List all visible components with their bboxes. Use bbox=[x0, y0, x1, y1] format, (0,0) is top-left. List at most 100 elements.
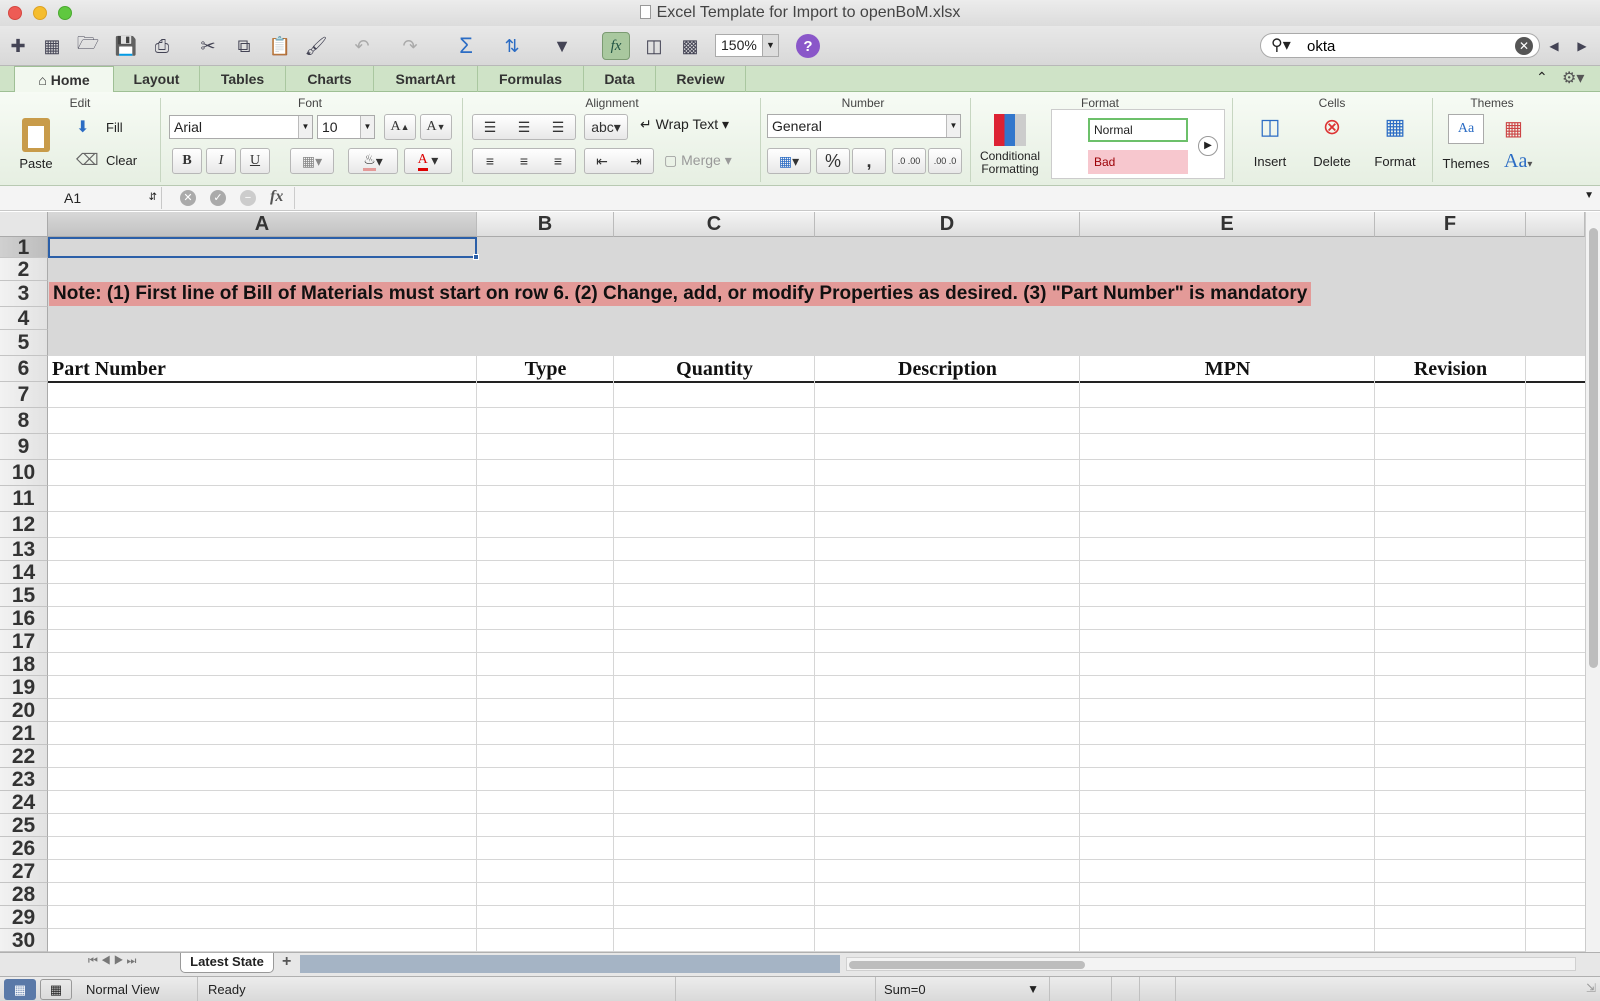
underline-button[interactable]: U bbox=[240, 148, 270, 174]
search-input[interactable] bbox=[1307, 37, 1507, 55]
row-header-18[interactable]: 18 bbox=[0, 653, 48, 676]
fill-handle[interactable] bbox=[473, 254, 479, 260]
row-header-15[interactable]: 15 bbox=[0, 584, 48, 607]
row-header-9[interactable]: 9 bbox=[0, 434, 48, 460]
increase-decimal-button[interactable]: .0 .00 bbox=[892, 148, 926, 174]
theme-colors-icon[interactable]: ▦ bbox=[1504, 116, 1523, 141]
bold-button[interactable]: B bbox=[172, 148, 202, 174]
row-header-11[interactable]: 11 bbox=[0, 486, 48, 512]
row-header-14[interactable]: 14 bbox=[0, 561, 48, 584]
tab-data[interactable]: Data bbox=[584, 66, 656, 92]
indent-buttons[interactable]: ⇤ ⇥ bbox=[584, 148, 654, 174]
grow-font-button[interactable]: A ▲ bbox=[384, 114, 416, 140]
conditional-formatting-button[interactable]: Conditional Formatting bbox=[974, 114, 1046, 182]
paste-button[interactable]: Paste bbox=[10, 118, 62, 180]
gear-icon[interactable]: ⚙▾ bbox=[1562, 68, 1584, 88]
autosum-icon[interactable]: Σ bbox=[452, 32, 480, 60]
themes-button[interactable]: Aa Themes bbox=[1436, 114, 1496, 178]
column-header-f[interactable]: F bbox=[1375, 212, 1526, 237]
sheet-tab-latest-state[interactable]: Latest State bbox=[180, 953, 274, 973]
row-header-23[interactable]: 23 bbox=[0, 768, 48, 791]
clear-search-icon[interactable]: ✕ bbox=[1515, 37, 1533, 55]
row-header-21[interactable]: 21 bbox=[0, 722, 48, 745]
row-header-2[interactable]: 2 bbox=[0, 258, 48, 281]
column-header-e[interactable]: E bbox=[1080, 212, 1375, 237]
column-header-d[interactable]: D bbox=[815, 212, 1080, 237]
row-header-16[interactable]: 16 bbox=[0, 607, 48, 630]
selected-cell-a1[interactable] bbox=[48, 237, 477, 258]
search-next-icon[interactable]: ▶ bbox=[1568, 32, 1596, 60]
search-previous-icon[interactable]: ◀ bbox=[1540, 32, 1568, 60]
confirm-entry-icon[interactable]: ✓ bbox=[210, 190, 226, 206]
toolbox-icon[interactable]: ▩ bbox=[676, 32, 704, 60]
percent-button[interactable]: % bbox=[816, 148, 850, 174]
wrap-text-button[interactable]: ↵ Wrap Text ▾ bbox=[640, 116, 750, 140]
open-folder-icon[interactable]: 🗁 bbox=[74, 32, 102, 60]
normal-view-button[interactable]: ▦ bbox=[4, 979, 36, 1000]
row-header-20[interactable]: 20 bbox=[0, 699, 48, 722]
header-cell-mpn[interactable]: MPN bbox=[1080, 356, 1375, 382]
number-format-select[interactable]: General ▼ bbox=[767, 114, 961, 138]
row-header-24[interactable]: 24 bbox=[0, 791, 48, 814]
sheet-navigation-icon[interactable]: ⏮◀▶⏭ bbox=[88, 955, 139, 968]
row-header-7[interactable]: 7 bbox=[0, 382, 48, 408]
zoom-window-button[interactable] bbox=[58, 6, 72, 20]
filter-icon[interactable]: ▼ bbox=[548, 32, 576, 60]
expand-formula-icon[interactable]: ▼ bbox=[1584, 190, 1594, 201]
header-cell-type[interactable]: Type bbox=[477, 356, 614, 382]
close-window-button[interactable] bbox=[8, 6, 22, 20]
row-header-13[interactable]: 13 bbox=[0, 538, 48, 561]
tab-smartart[interactable]: SmartArt bbox=[374, 66, 478, 92]
row-header-25[interactable]: 25 bbox=[0, 814, 48, 837]
row-header-22[interactable]: 22 bbox=[0, 745, 48, 768]
templates-icon[interactable]: ▦ bbox=[38, 32, 66, 60]
function-icon[interactable]: − bbox=[240, 190, 256, 206]
save-icon[interactable]: 💾 bbox=[112, 32, 140, 60]
cut-icon[interactable]: ✂ bbox=[194, 32, 222, 60]
row-header-1[interactable]: 1 bbox=[0, 237, 48, 258]
row-header-26[interactable]: 26 bbox=[0, 837, 48, 860]
header-cell-part-number[interactable]: Part Number bbox=[48, 356, 477, 382]
new-document-icon[interactable]: ✚ bbox=[4, 32, 32, 60]
row-header-29[interactable]: 29 bbox=[0, 906, 48, 929]
gallery-next-icon[interactable]: ▶ bbox=[1198, 136, 1218, 156]
font-color-button[interactable]: A ▾ bbox=[404, 148, 452, 174]
row-header-8[interactable]: 8 bbox=[0, 408, 48, 434]
zoom-select[interactable]: 150% ▼ bbox=[715, 34, 779, 57]
collapse-ribbon-icon[interactable]: ⌃ bbox=[1536, 69, 1548, 86]
header-cell-quantity[interactable]: Quantity bbox=[614, 356, 815, 382]
help-icon[interactable]: ? bbox=[796, 34, 820, 58]
page-layout-view-button[interactable]: ▦ bbox=[40, 979, 72, 1000]
tab-layout[interactable]: Layout bbox=[114, 66, 200, 92]
row-header-3[interactable]: 3 bbox=[0, 281, 48, 307]
row-header-10[interactable]: 10 bbox=[0, 460, 48, 486]
delete-cells-button[interactable]: ⊗ Delete bbox=[1302, 114, 1362, 178]
row-header-27[interactable]: 27 bbox=[0, 860, 48, 883]
borders-button[interactable]: ▦▾ bbox=[290, 148, 334, 174]
decrease-decimal-button[interactable]: .00 .0 bbox=[928, 148, 962, 174]
header-cell-description[interactable]: Description bbox=[815, 356, 1080, 382]
sum-select[interactable]: Sum=0 ▼ bbox=[878, 977, 1050, 1001]
redo-icon[interactable]: ↷ bbox=[396, 32, 424, 60]
vertical-scrollbar[interactable] bbox=[1585, 212, 1600, 952]
format-cells-button[interactable]: ▦ Format bbox=[1364, 114, 1426, 178]
shrink-font-button[interactable]: A ▼ bbox=[420, 114, 452, 140]
merge-button[interactable]: ▢ Merge ▾ bbox=[664, 152, 754, 174]
vertical-scroll-thumb[interactable] bbox=[1589, 228, 1598, 668]
add-sheet-button[interactable]: + bbox=[282, 953, 291, 971]
minimize-window-button[interactable] bbox=[33, 6, 47, 20]
row-header-17[interactable]: 17 bbox=[0, 630, 48, 653]
resize-grip-icon[interactable]: ⇲ bbox=[1586, 981, 1596, 995]
horizontal-scrollbar[interactable] bbox=[846, 957, 1576, 971]
copy-icon[interactable]: ⧉ bbox=[230, 32, 258, 60]
paste-icon[interactable]: 📋 bbox=[266, 32, 294, 60]
vertical-align-buttons[interactable]: ☰ ☰ ☰ bbox=[472, 114, 576, 140]
fill-button[interactable]: ⬇ Fill bbox=[76, 117, 154, 139]
style-normal[interactable]: Normal bbox=[1088, 118, 1188, 142]
instruction-note[interactable]: Note: (1) First line of Bill of Material… bbox=[49, 282, 1312, 306]
fx-label[interactable]: fx bbox=[270, 188, 283, 206]
select-all-corner[interactable] bbox=[0, 212, 48, 237]
sort-icon[interactable]: ⇅ bbox=[498, 32, 526, 60]
horizontal-scroll-thumb[interactable] bbox=[849, 961, 1085, 969]
clear-button[interactable]: ⌫ Clear bbox=[76, 150, 156, 172]
